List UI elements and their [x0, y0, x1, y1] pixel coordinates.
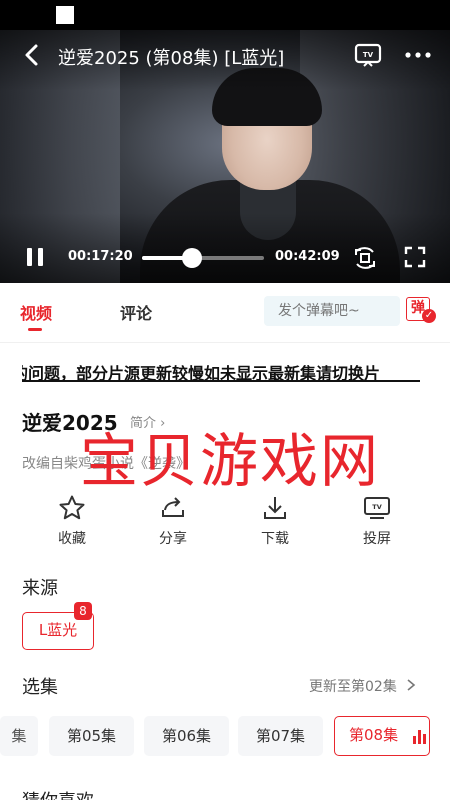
status-bar	[0, 0, 450, 30]
now-playing-icon	[413, 730, 427, 744]
video-title: 逆爱2025 (第08集) [L蓝光]	[58, 48, 285, 69]
episodes-section-title: 选集	[22, 677, 58, 698]
notice-underline	[22, 380, 420, 382]
tv-icon: TV	[354, 43, 382, 67]
favorite-button[interactable]: 收藏	[37, 494, 107, 550]
pause-bar-left	[27, 248, 32, 266]
download-icon	[264, 497, 286, 519]
source-count-badge: 8	[74, 602, 92, 620]
current-time: 00:17:20	[68, 249, 133, 264]
danmaku-input[interactable]: 发个弹幕吧~	[264, 296, 400, 326]
episode-item-current[interactable]: 第08集	[334, 716, 430, 756]
svg-text:TV: TV	[372, 503, 381, 511]
tab-comment[interactable]: 评论	[120, 300, 152, 324]
rotate-screen-button[interactable]	[352, 246, 378, 270]
check-icon: ✓	[422, 309, 436, 323]
watermark-text: 宝贝游戏网	[80, 427, 381, 495]
status-indicator	[56, 6, 74, 24]
active-tab-indicator	[28, 328, 42, 331]
cast-label: 投屏	[363, 531, 391, 547]
share-label: 分享	[159, 531, 187, 547]
source-section-title: 来源	[22, 578, 58, 599]
share-icon	[162, 497, 184, 517]
fullscreen-icon	[404, 246, 426, 268]
back-button[interactable]	[20, 42, 46, 68]
share-button[interactable]: 分享	[138, 494, 208, 550]
episode-item[interactable]: 第07集	[238, 716, 323, 756]
cast-button[interactable]: TV 投屏	[342, 494, 412, 550]
total-time: 00:42:09	[275, 249, 340, 264]
tab-divider	[0, 342, 450, 343]
progress-bar[interactable]	[142, 248, 264, 268]
notice-marquee: 的问题，部分片源更新较慢如未显示最新集请切换片	[22, 356, 420, 384]
episode-item-partial[interactable]: 集	[0, 716, 38, 756]
recommend-section-title: 猜你喜欢	[22, 787, 94, 800]
episode-current-label: 第08集	[349, 726, 399, 744]
download-button[interactable]: 下载	[240, 494, 310, 550]
tv-cast-button[interactable]: TV	[354, 42, 382, 68]
episode-list[interactable]: 集 第05集 第06集 第07集 第08集	[0, 714, 450, 758]
progress-thumb[interactable]	[182, 248, 203, 268]
video-player[interactable]: 逆爱2025 (第08集) [L蓝光] TV 00:17:20 00:42:09	[0, 30, 450, 283]
favorite-label: 收藏	[58, 531, 86, 547]
pause-bar-right	[38, 248, 43, 266]
episode-item[interactable]: 第05集	[49, 716, 134, 756]
chevron-left-icon	[25, 44, 38, 66]
episode-item[interactable]: 第06集	[144, 716, 229, 756]
fullscreen-button[interactable]	[404, 246, 426, 268]
rotate-icon	[355, 247, 375, 269]
player-bottom-shade	[0, 213, 450, 283]
danmaku-toggle-button[interactable]: 弹 ✓	[406, 297, 436, 323]
more-dots-icon	[405, 52, 431, 58]
more-options-button[interactable]	[404, 44, 432, 66]
pause-button[interactable]	[24, 246, 46, 268]
download-label: 下载	[261, 531, 289, 547]
star-icon	[59, 495, 85, 520]
tab-video[interactable]: 视频	[20, 300, 52, 324]
episodes-update-link[interactable]: 更新至第02集	[309, 676, 397, 696]
chevron-right-icon[interactable]	[406, 679, 416, 691]
svg-text:TV: TV	[363, 51, 374, 59]
tv-cast-icon: TV	[364, 497, 390, 519]
